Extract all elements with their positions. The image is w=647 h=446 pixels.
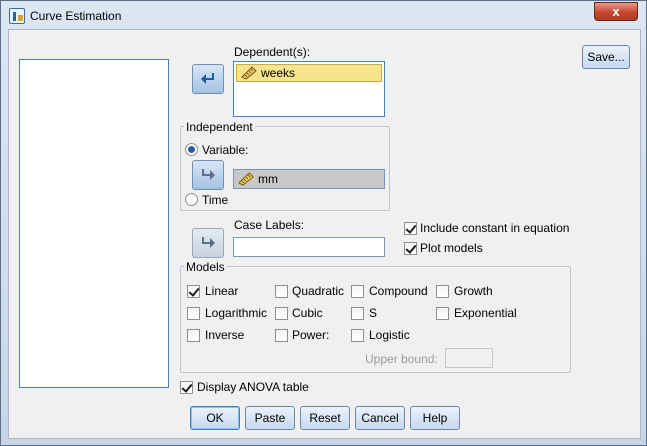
- scale-ruler-icon: [241, 66, 257, 80]
- case-labels-field[interactable]: [233, 237, 385, 257]
- independent-item: mm: [234, 171, 380, 189]
- models-group-label: Models: [184, 260, 227, 274]
- logarithmic-checkbox[interactable]: [187, 307, 200, 320]
- display-anova-checkbox[interactable]: [180, 381, 193, 394]
- include-constant-label: Include constant in equation: [420, 221, 570, 235]
- quadratic-checkbox[interactable]: [275, 285, 288, 298]
- help-button[interactable]: Help: [410, 406, 460, 430]
- quadratic-label: Quadratic: [292, 284, 345, 298]
- power-checkbox[interactable]: [275, 329, 288, 342]
- source-variable-list[interactable]: [19, 59, 169, 388]
- arrow-left-icon: [201, 73, 214, 84]
- time-radio[interactable]: [185, 193, 198, 206]
- independent-group-label: Independent: [184, 120, 255, 134]
- s-checkbox[interactable]: [351, 307, 364, 320]
- exponential-label: Exponential: [454, 306, 517, 320]
- inverse-label: Inverse: [205, 328, 245, 342]
- upper-bound-field[interactable]: [445, 348, 493, 368]
- cubic-label: Cubic: [292, 306, 323, 320]
- display-anova-label: Display ANOVA table: [197, 380, 309, 394]
- variable-radio-label: Variable:: [202, 143, 249, 157]
- close-button[interactable]: x: [594, 2, 638, 21]
- variable-radio[interactable]: [185, 143, 198, 156]
- plot-models-checkbox[interactable]: [404, 242, 417, 255]
- exponential-checkbox[interactable]: [436, 307, 449, 320]
- case-labels-label: Case Labels:: [234, 218, 305, 232]
- close-icon: x: [612, 4, 620, 19]
- logistic-label: Logistic: [369, 328, 410, 342]
- growth-label: Growth: [454, 284, 493, 298]
- app-icon: [9, 8, 25, 24]
- cancel-button[interactable]: Cancel: [355, 406, 405, 430]
- dependent-list[interactable]: weeks: [233, 61, 385, 117]
- include-constant-checkbox[interactable]: [404, 222, 417, 235]
- ok-button[interactable]: OK: [190, 406, 240, 430]
- linear-checkbox[interactable]: [187, 285, 200, 298]
- logarithmic-label: Logarithmic: [205, 306, 268, 320]
- logistic-checkbox[interactable]: [351, 329, 364, 342]
- linear-label: Linear: [205, 284, 239, 298]
- inverse-checkbox[interactable]: [187, 329, 200, 342]
- reset-button[interactable]: Reset: [300, 406, 350, 430]
- time-radio-label: Time: [202, 193, 229, 207]
- paste-button[interactable]: Paste: [245, 406, 295, 430]
- dialog-body: Dependent(s): weeks Independent Variable…: [8, 29, 641, 439]
- save-button[interactable]: Save...: [582, 45, 630, 69]
- move-to-case-labels-button[interactable]: [192, 228, 224, 258]
- cubic-checkbox[interactable]: [275, 307, 288, 320]
- dependent-item[interactable]: weeks: [236, 64, 382, 82]
- independent-item-label: mm: [258, 172, 278, 186]
- dependent-label: Dependent(s):: [234, 45, 311, 59]
- compound-label: Compound: [369, 284, 428, 298]
- curve-estimation-window: Curve Estimation x Dependent(s): weeks I…: [0, 0, 647, 446]
- power-label: Power:: [292, 328, 330, 342]
- compound-checkbox[interactable]: [351, 285, 364, 298]
- move-to-independent-button[interactable]: [192, 160, 224, 190]
- arrow-right-icon: [202, 169, 215, 180]
- s-label: S: [369, 306, 378, 320]
- plot-models-label: Plot models: [420, 241, 483, 255]
- window-title: Curve Estimation: [30, 9, 122, 23]
- independent-variable-field[interactable]: mm: [233, 169, 385, 189]
- move-to-dependent-button[interactable]: [192, 64, 224, 94]
- scale-ruler-icon: [238, 172, 254, 186]
- upper-bound-label: Upper bound:: [365, 352, 438, 366]
- growth-checkbox[interactable]: [436, 285, 449, 298]
- arrow-right-icon: [202, 237, 215, 248]
- dependent-item-label: weeks: [261, 66, 296, 80]
- title-bar: Curve Estimation x: [1, 1, 646, 29]
